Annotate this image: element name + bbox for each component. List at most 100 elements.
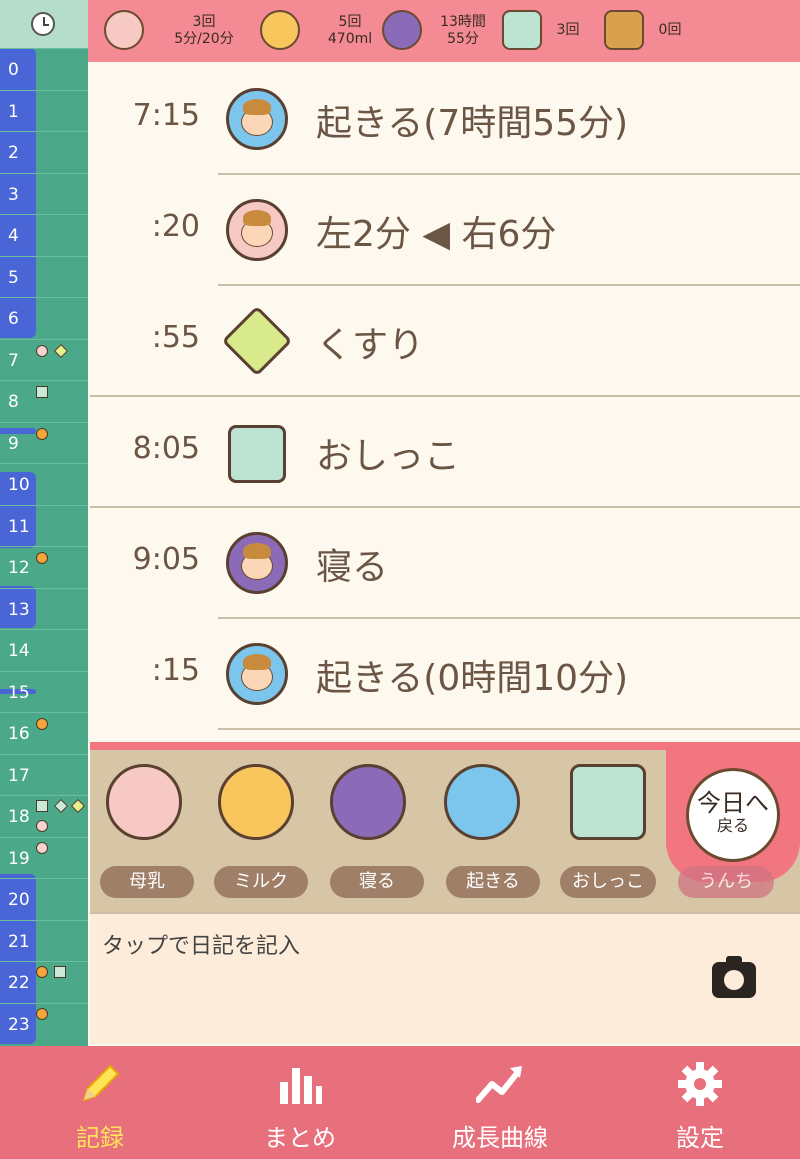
log-time: :20	[151, 209, 200, 244]
log-label: おしっこ	[316, 436, 461, 477]
hour-row[interactable]: 17	[0, 753, 88, 796]
nav-growth-label: 成長曲線	[452, 1124, 548, 1152]
sleep-button[interactable]	[324, 764, 410, 852]
nav-growth[interactable]: 成長曲線	[400, 1046, 600, 1159]
event-marker	[36, 800, 48, 812]
breastfeed-icon	[104, 10, 144, 50]
medicine-icon	[221, 305, 293, 377]
event-marker	[36, 820, 48, 832]
summary-milk: 5回 470ml	[260, 8, 380, 54]
event-marker	[36, 428, 48, 440]
breastfeed-button[interactable]	[100, 764, 186, 852]
pee-button[interactable]	[564, 764, 650, 852]
hour-label: 1	[8, 101, 19, 122]
clock-icon	[31, 12, 55, 36]
milk-bottle-icon	[260, 10, 300, 50]
hour-label: 16	[8, 724, 30, 744]
hour-row[interactable]: 10	[0, 463, 88, 505]
clock-cell	[0, 0, 88, 48]
hour-label: 8	[8, 392, 19, 412]
log-time: :55	[151, 320, 200, 355]
wake-label[interactable]: 起きる	[446, 866, 540, 898]
gear-icon	[678, 1062, 722, 1106]
hour-label: 12	[8, 558, 30, 578]
log-time: 8:05	[132, 431, 200, 466]
pee-icon	[502, 10, 542, 50]
hour-row[interactable]: 0	[0, 48, 88, 90]
breastfeed-icon	[106, 764, 182, 840]
hour-row[interactable]: 20	[0, 878, 88, 920]
hour-row[interactable]: 15	[0, 670, 88, 713]
summary-milk-count: 5回	[338, 14, 362, 30]
hour-row[interactable]: 6	[0, 297, 88, 339]
today-button[interactable]: 今日へ 戻る	[686, 768, 780, 862]
hour-label: 10	[8, 475, 30, 495]
bottom-nav: 記録 まとめ 成長曲線 設定	[0, 1046, 800, 1159]
pee-icon	[570, 764, 646, 840]
hour-row[interactable]: 2	[0, 131, 88, 173]
today-button-main: 今日へ	[697, 789, 769, 817]
log-row[interactable]: :55 くすり	[90, 286, 800, 397]
sleep-icon	[226, 532, 288, 594]
event-marker	[36, 718, 48, 730]
log-label: 左2分 ◀ 右6分	[316, 214, 557, 255]
hour-label: 5	[8, 267, 19, 288]
log-list[interactable]: 7:15 起きる(7時間55分) :20 左2分 ◀ 右6分 :55 くすり 8…	[90, 62, 800, 742]
event-marker	[36, 552, 48, 564]
nav-record[interactable]: 記録	[0, 1046, 200, 1159]
summary-pee-count: 3回	[556, 22, 580, 38]
log-time: 9:05	[132, 542, 200, 577]
hour-timeline[interactable]: 0 1 2 3 4 5 6 7 8 9 10 11 12 13 14 15 16 17 18 19 20 21 22 23	[0, 48, 88, 1046]
log-row[interactable]: 7:15 起きる(7時間55分)	[90, 64, 800, 175]
summary-breast-count: 3回	[192, 14, 216, 30]
hour-label: 9	[8, 433, 19, 454]
milk-label[interactable]: ミルク	[214, 866, 308, 898]
wake-icon	[226, 88, 288, 150]
hour-row[interactable]: 5	[0, 255, 88, 298]
log-label: 寝る	[316, 547, 389, 588]
event-marker	[36, 1008, 48, 1020]
sleep-icon	[382, 10, 422, 50]
breastfeed-label[interactable]: 母乳	[100, 866, 194, 898]
diary-area[interactable]: タップで日記を記入	[90, 912, 800, 1044]
hour-label: 22	[8, 973, 30, 993]
hour-row[interactable]: 1	[0, 89, 88, 132]
hour-label: 17	[8, 765, 30, 786]
today-button-wrap: 今日へ 戻る	[666, 742, 800, 882]
hour-row[interactable]: 14	[0, 629, 88, 671]
diary-placeholder[interactable]: タップで日記を記入	[102, 928, 300, 960]
wake-icon	[226, 643, 288, 705]
event-marker	[54, 966, 66, 978]
hour-row[interactable]: 4	[0, 214, 88, 256]
hour-label: 23	[8, 1014, 30, 1035]
log-row[interactable]: 9:05 寝る	[90, 508, 800, 619]
summary-bar: 3回 5分/20分 5回 470ml 13時間 55分 3回 0回	[0, 0, 800, 62]
pee-icon	[228, 425, 286, 483]
sleep-label[interactable]: 寝る	[330, 866, 424, 898]
summary-pee: 3回	[502, 8, 592, 54]
event-marker	[36, 966, 48, 978]
hour-label: 7	[8, 350, 19, 371]
hour-row[interactable]: 13	[0, 587, 88, 630]
event-marker	[36, 345, 48, 357]
wake-button[interactable]	[438, 764, 524, 852]
hour-row[interactable]: 3	[0, 172, 88, 215]
log-row[interactable]: 8:05 おしっこ	[90, 397, 800, 508]
hour-label: 6	[8, 309, 19, 329]
summary-poop: 0回	[604, 8, 694, 54]
summary-milk-detail: 470ml	[327, 31, 373, 47]
milk-button[interactable]	[212, 764, 298, 852]
camera-icon[interactable]	[712, 956, 756, 998]
log-row[interactable]: :15 起きる(0時間10分)	[90, 619, 800, 730]
hour-row[interactable]: 11	[0, 504, 88, 547]
pee-label[interactable]: おしっこ	[560, 866, 656, 898]
hour-label: 15	[8, 682, 30, 703]
nav-summary-label: まとめ	[264, 1124, 336, 1152]
log-row[interactable]: :20 左2分 ◀ 右6分	[90, 175, 800, 286]
poop-icon	[604, 10, 644, 50]
nav-summary[interactable]: まとめ	[200, 1046, 400, 1159]
hour-row[interactable]: 21	[0, 919, 88, 962]
summary-sleep-detail: 55分	[447, 31, 479, 47]
nav-settings[interactable]: 設定	[600, 1046, 800, 1159]
poop-label[interactable]: うんち	[678, 866, 774, 898]
